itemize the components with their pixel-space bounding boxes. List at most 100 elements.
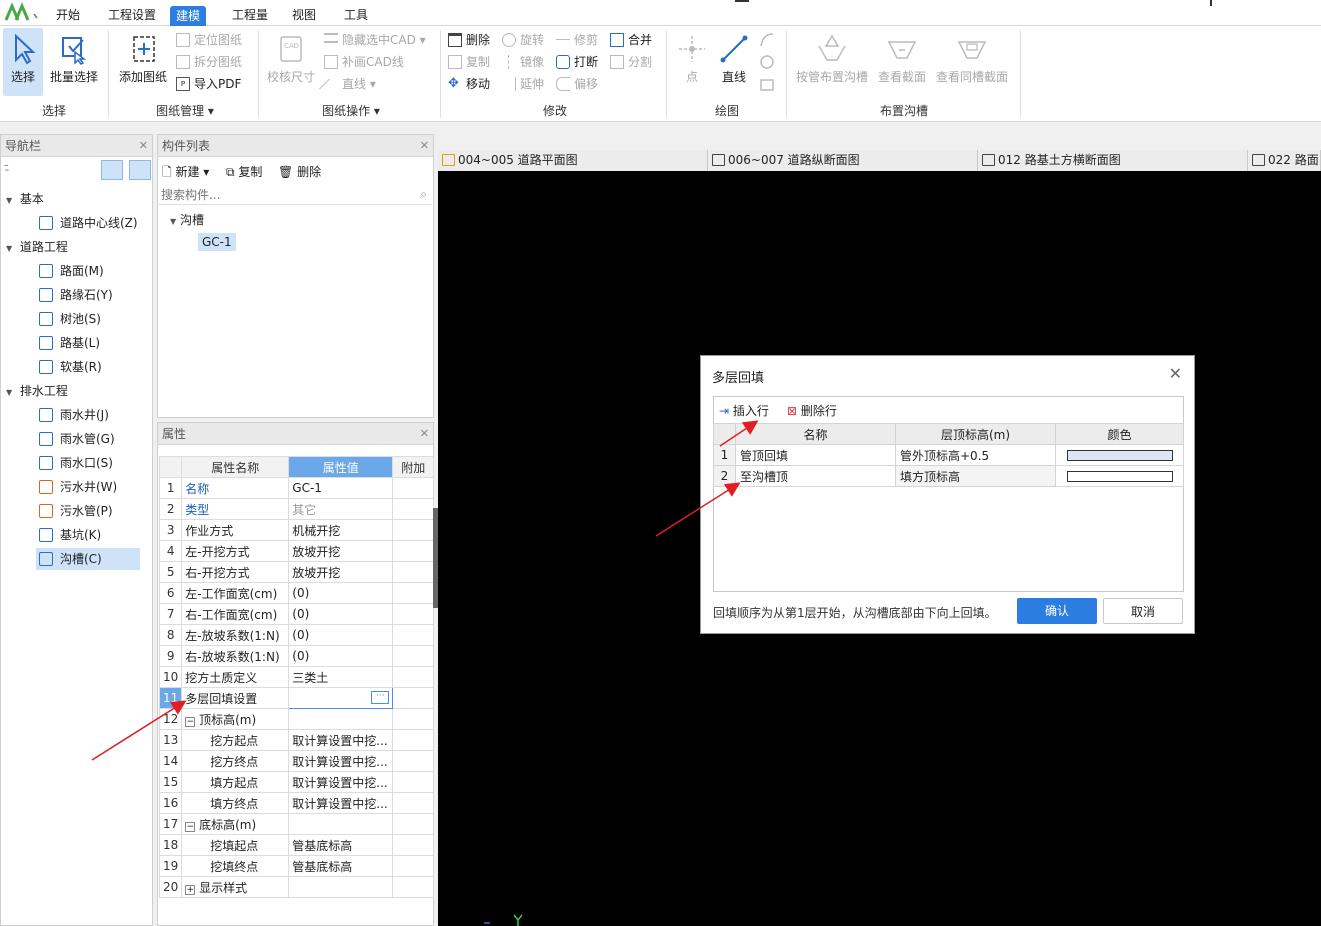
expand-icon[interactable]: + (185, 884, 196, 895)
table-row[interactable]: 14 挖方终点 取计算设置中挖... (158, 750, 435, 772)
close-icon[interactable]: ✕ (1169, 364, 1182, 383)
color-swatch[interactable] (1066, 470, 1173, 482)
split-button[interactable]: 分割 (610, 52, 652, 72)
move-button[interactable]: ✥ 移动 (448, 74, 490, 94)
nav-item-rain-well[interactable]: 雨水井(J) (36, 404, 140, 426)
trim-button[interactable]: 修剪 (556, 30, 598, 50)
break-button[interactable]: 打断 (556, 52, 598, 72)
check-size-button[interactable]: CAD 校核尺寸 (264, 28, 318, 96)
nav-category-basic[interactable]: ▼ 基本 (6, 189, 44, 209)
table-row[interactable]: 19 挖填终点 管基底标高 (158, 855, 435, 877)
menu-project-settings[interactable]: 工程设置 (102, 5, 162, 25)
nav-item-curb[interactable]: 路缘石(Y) (36, 284, 140, 306)
component-search-input[interactable] (159, 185, 432, 205)
nav-item-soft-base[interactable]: 软基(R) (36, 356, 140, 378)
menu-start[interactable]: 开始 (50, 5, 86, 25)
nav-item-sewage-pipe[interactable]: 污水管(P) (36, 500, 140, 522)
delete-button[interactable]: 删除 (448, 30, 490, 50)
view-section-button[interactable]: 查看截面 (876, 28, 928, 96)
import-pdf-button[interactable]: P 导入PDF (176, 74, 241, 94)
select-button[interactable]: 选择 (3, 28, 43, 96)
component-item-gc1[interactable]: GC-1 (198, 233, 236, 251)
table-row[interactable]: 9 右-放坡系数(1:N) (0) (158, 645, 435, 667)
table-row[interactable]: 16 填方终点 取计算设置中挖... (158, 792, 435, 814)
menu-modeling[interactable]: 建模 (170, 6, 207, 26)
merge-button[interactable]: 合并 (610, 30, 652, 50)
table-row[interactable]: 2 类型 其它 (158, 498, 435, 520)
add-drawing-button[interactable]: 添加图纸 (116, 28, 170, 96)
split-drawing-button[interactable]: 拆分图纸 (176, 52, 242, 72)
table-row[interactable]: 4 左-开挖方式 放坡开挖 (158, 540, 435, 562)
collapse-icon[interactable]: − (185, 821, 196, 832)
table-row[interactable]: 5 右-开挖方式 放坡开挖 (158, 561, 435, 583)
nav-item-sewage-well[interactable]: 污水井(W) (36, 476, 140, 498)
extend-button[interactable]: 延伸 (502, 74, 544, 94)
table-row[interactable]: 7 右-工作面宽(cm) (0) (158, 603, 435, 625)
arc-tools-icon[interactable] (758, 30, 776, 98)
rotate-button[interactable]: 旋转 (502, 30, 544, 50)
more-options-icon[interactable]: ··· (371, 691, 390, 704)
nav-category-drainage[interactable]: ▼ 排水工程 (6, 381, 68, 401)
view-same-section-button[interactable]: 查看同槽截面 (934, 28, 1010, 96)
backfill-row[interactable]: 2 至沟槽顶 填方顶标高 (713, 465, 1184, 487)
point-button[interactable]: 点 (674, 28, 710, 96)
nav-item-foundation-pit[interactable]: 基坑(K) (36, 524, 140, 546)
delete-row-button[interactable]: ⊠ 删除行 (787, 402, 837, 419)
confirm-button[interactable]: 确认 (1017, 598, 1097, 624)
table-row[interactable]: 8 左-放坡系数(1:N) (0) (158, 624, 435, 646)
list-view-icon[interactable] (101, 160, 123, 180)
multilayer-backfill-value[interactable]: ··· (288, 687, 394, 709)
component-group-trench[interactable]: ▼ 沟槽 (170, 211, 204, 228)
tab-drawing-1[interactable]: 004~005 道路平面图 (438, 150, 708, 171)
cancel-button[interactable]: 取消 (1103, 598, 1183, 624)
table-row[interactable]: 15 填方起点 取计算设置中挖... (158, 771, 435, 793)
nav-item-trench[interactable]: 沟槽(C) (36, 548, 140, 570)
table-row[interactable]: 18 挖填起点 管基底标高 (158, 834, 435, 856)
table-row-multilayer-backfill[interactable]: 11 多层回填设置 ··· (158, 687, 435, 709)
nav-item-tree-pit[interactable]: 树池(S) (36, 308, 140, 330)
collapse-icon[interactable]: − (185, 716, 196, 727)
copy-button[interactable]: 复制 (448, 52, 490, 72)
table-row[interactable]: 20 + 显示样式 (158, 876, 435, 898)
tab-drawing-2[interactable]: 006~007 道路纵断面图 (708, 150, 978, 171)
nav-item-subgrade[interactable]: 路基(L) (36, 332, 140, 354)
insert-row-button[interactable]: ⇥ 插入行 (719, 402, 769, 419)
table-row[interactable]: 13 挖方起点 取计算设置中挖... (158, 729, 435, 751)
table-row[interactable]: 12− 顶标高(m) (158, 708, 435, 730)
close-icon[interactable]: ✕ (420, 135, 429, 157)
new-component-button[interactable]: 🗋 新建 ▾ (162, 163, 209, 184)
close-icon[interactable]: ✕ (139, 135, 148, 157)
nav-category-road[interactable]: ▼ 道路工程 (6, 237, 68, 257)
nav-item-rain-inlet[interactable]: 雨水口(S) (36, 452, 140, 474)
group-label-drawing-ops[interactable]: 图纸操作 ▾ (262, 102, 440, 119)
close-icon[interactable]: ✕ (420, 423, 429, 445)
tab-drawing-4[interactable]: 022 路面 (1248, 150, 1321, 171)
delete-component-button[interactable]: 🗑 删除 (278, 163, 321, 180)
mirror-button[interactable]: 镜像 (502, 52, 544, 72)
hide-cad-button[interactable]: 隐藏选中CAD ▾ (324, 30, 426, 50)
line-button[interactable]: 直线 (716, 28, 752, 96)
table-row[interactable]: 6 左-工作面宽(cm) (0) (158, 582, 435, 604)
nav-item-pavement[interactable]: 路面(M) (36, 260, 140, 282)
copy-component-button[interactable]: ⧉ 复制 (226, 163, 262, 180)
locate-drawing-button[interactable]: 定位图纸 (176, 30, 242, 50)
color-swatch[interactable] (1066, 449, 1173, 461)
collapse-all-icon[interactable]: -̄ (5, 163, 9, 176)
backfill-row[interactable]: 1 管顶回填 管外顶标高+0.5 (713, 444, 1184, 466)
offset-button[interactable]: 偏移 (556, 74, 598, 94)
group-label-drawing-mgmt[interactable]: 图纸管理 ▾ (112, 102, 258, 119)
detail-view-icon[interactable] (129, 160, 151, 180)
batch-select-button[interactable]: 批量选择 (46, 28, 102, 96)
table-row[interactable]: 3 作业方式 机械开挖 (158, 519, 435, 541)
layout-by-pipe-button[interactable]: 按管布置沟槽 (794, 28, 870, 96)
tab-drawing-3[interactable]: 012 路基土方横断面图 (978, 150, 1248, 171)
nav-item-road-centerline[interactable]: 道路中心线(Z) (36, 212, 140, 234)
line-small-button[interactable]: 直线 ▾ (319, 74, 376, 94)
table-row[interactable]: 17− 底标高(m) (158, 813, 435, 835)
menu-quantity[interactable]: 工程量 (226, 5, 274, 25)
table-row[interactable]: 1 名称 GC-1 (158, 477, 435, 499)
menu-tools[interactable]: 工具 (338, 5, 374, 25)
menu-view[interactable]: 视图 (286, 5, 322, 25)
patch-cad-button[interactable]: 补画CAD线 (324, 52, 404, 72)
nav-item-rain-pipe[interactable]: 雨水管(G) (36, 428, 140, 450)
